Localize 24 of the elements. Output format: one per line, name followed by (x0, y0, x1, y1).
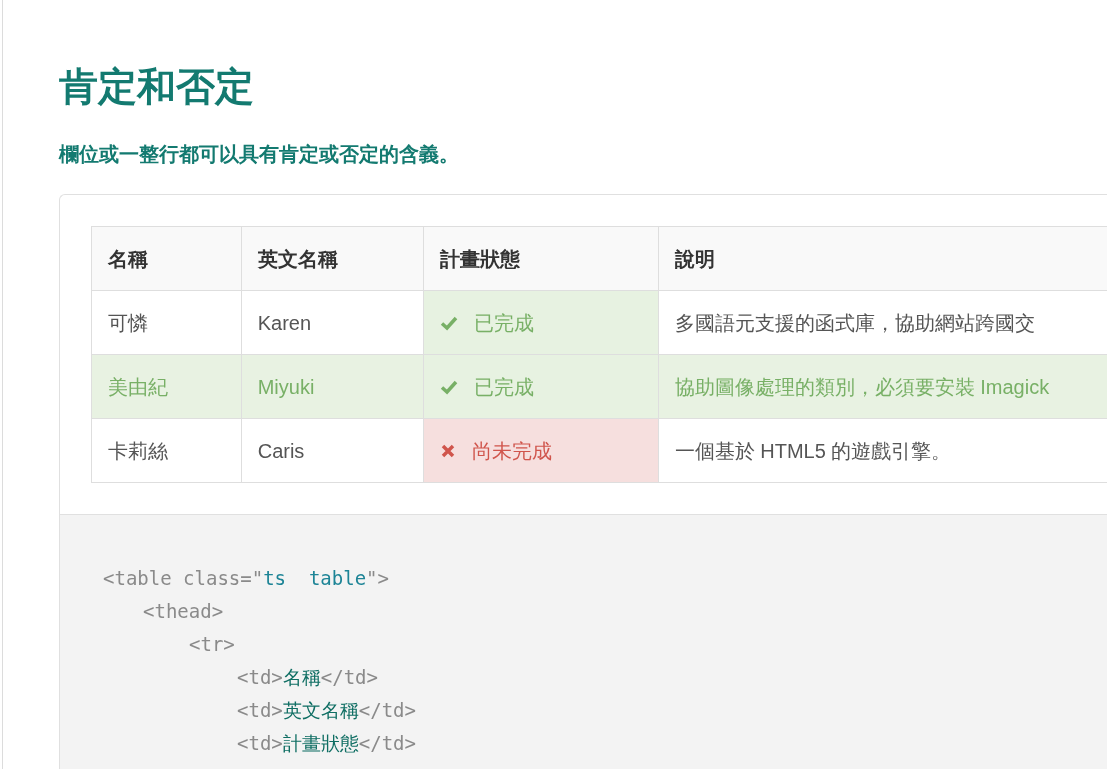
table-cell: 尚未完成 (423, 418, 659, 483)
table-cell: Karen (241, 290, 424, 355)
table-cell: 已完成 (423, 354, 659, 419)
column-header: 英文名稱 (241, 226, 424, 291)
table-cell: Caris (241, 418, 424, 483)
table-cell: 美由紀 (91, 354, 242, 419)
column-header: 說明 (658, 226, 1107, 291)
section-heading: 肯定和否定 (59, 64, 254, 110)
cross-icon (440, 442, 457, 459)
code-line: <td>英文名稱</td> (237, 698, 416, 724)
table-cell: 卡莉絲 (91, 418, 242, 483)
code-line: <thead> (143, 599, 224, 625)
check-icon (440, 314, 459, 331)
code-line: <tr> (189, 632, 235, 658)
column-header: 名稱 (91, 226, 242, 291)
code-line: <td>名稱</td> (237, 665, 378, 691)
code-line: <table class="ts table"> (103, 566, 389, 592)
check-icon (440, 378, 459, 395)
section-description: 欄位或一整行都可以具有肯定或否定的含義。 (59, 142, 459, 167)
table-cell: 可憐 (91, 290, 242, 355)
column-header: 計畫狀態 (423, 226, 659, 291)
table-cell: Miyuki (241, 354, 424, 419)
table-cell: 已完成 (423, 290, 659, 355)
code-line: <td>計畫狀態</td> (237, 731, 416, 757)
